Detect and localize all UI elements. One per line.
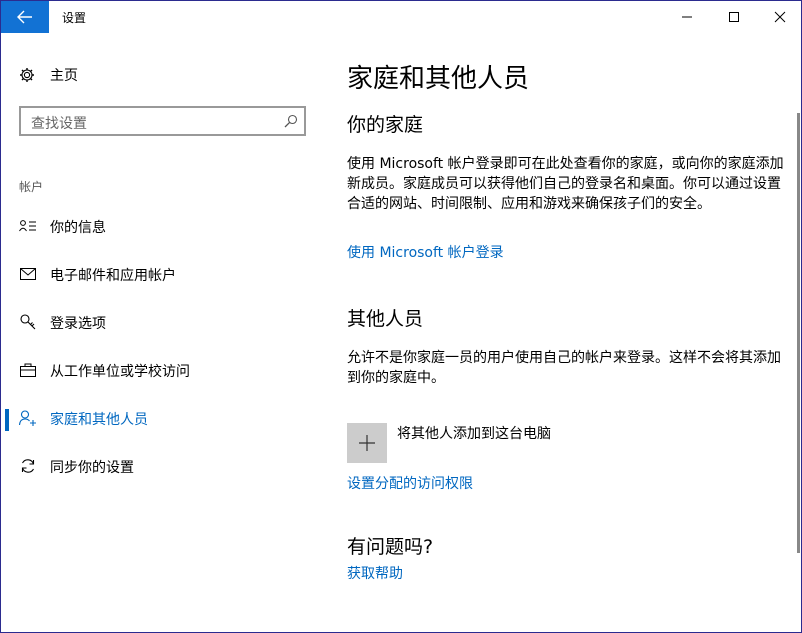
minimize-icon [682,16,692,18]
add-other-person-label: 将其他人添加到这台电脑 [397,426,551,442]
sidebar-item-work-school[interactable]: 从工作单位或学校访问 [1,352,323,388]
active-indicator [5,409,9,431]
settings-window: 设置 主页 查找设置 帐户 你的信息 电子邮件和应用帐户 登录选项 从工作单位或… [0,0,802,633]
briefcase-icon [19,361,37,379]
sidebar-item-sign-in-options[interactable]: 登录选项 [1,304,323,340]
others-description: 允许不是你家庭一员的用户使用自己的帐户来登录。这样不会将其添加到你的家庭中。 [347,350,781,386]
get-help-link[interactable]: 获取帮助 [347,563,403,583]
main-content: 家庭和其他人员 你的家庭 使用 Microsoft 帐户登录即可在此处查看你的家… [323,33,801,632]
page-title: 家庭和其他人员 [347,64,530,94]
sidebar-item-label: 你的信息 [50,220,106,236]
search-placeholder: 查找设置 [31,116,87,132]
sidebar-item-email-accounts[interactable]: 电子邮件和应用帐户 [1,256,323,292]
home-link[interactable]: 主页 [19,65,78,85]
sidebar-item-label: 电子邮件和应用帐户 [50,268,176,284]
add-person-icon [19,409,37,427]
maximize-button[interactable] [711,1,757,33]
add-box [347,423,387,463]
section-label: 帐户 [19,180,44,194]
back-button[interactable] [1,1,49,33]
family-description: 使用 Microsoft 帐户登录即可在此处查看你的家庭，或向你的家庭添加新成员… [347,156,784,212]
assigned-access-link[interactable]: 设置分配的访问权限 [347,473,473,493]
person-list-icon [19,217,37,235]
add-other-person-button[interactable]: 将其他人添加到这台电脑 [347,423,551,463]
sidebar-item-label: 登录选项 [50,316,106,332]
search-input[interactable]: 查找设置 [19,106,306,136]
sidebar-item-family-others[interactable]: 家庭和其他人员 [1,400,323,436]
sidebar-item-sync-settings[interactable]: 同步你的设置 [1,448,323,484]
sidebar-item-your-info[interactable]: 你的信息 [1,208,323,244]
sidebar-item-label: 家庭和其他人员 [50,412,148,428]
scrollbar[interactable] [797,113,800,553]
sidebar: 主页 查找设置 帐户 你的信息 电子邮件和应用帐户 登录选项 从工作单位或学校访… [1,33,323,632]
close-button[interactable] [757,1,802,33]
key-icon [19,313,37,331]
help-heading: 有问题吗? [347,536,434,558]
others-heading: 其他人员 [347,308,424,330]
microsoft-signin-link[interactable]: 使用 Microsoft 帐户登录 [347,242,504,262]
search-icon [284,114,298,128]
maximize-icon [729,12,739,22]
title-bar: 设置 [1,1,801,33]
close-icon [774,11,786,23]
sidebar-item-label: 同步你的设置 [50,460,134,476]
sidebar-item-label: 从工作单位或学校访问 [50,364,190,380]
gear-icon [20,68,34,82]
plus-icon [359,435,375,451]
app-title: 设置 [62,11,87,25]
back-arrow-icon [17,10,32,24]
mail-icon [19,265,37,283]
sync-icon [19,457,37,475]
minimize-button[interactable] [664,1,710,33]
home-label: 主页 [50,68,78,84]
family-heading: 你的家庭 [347,114,424,136]
